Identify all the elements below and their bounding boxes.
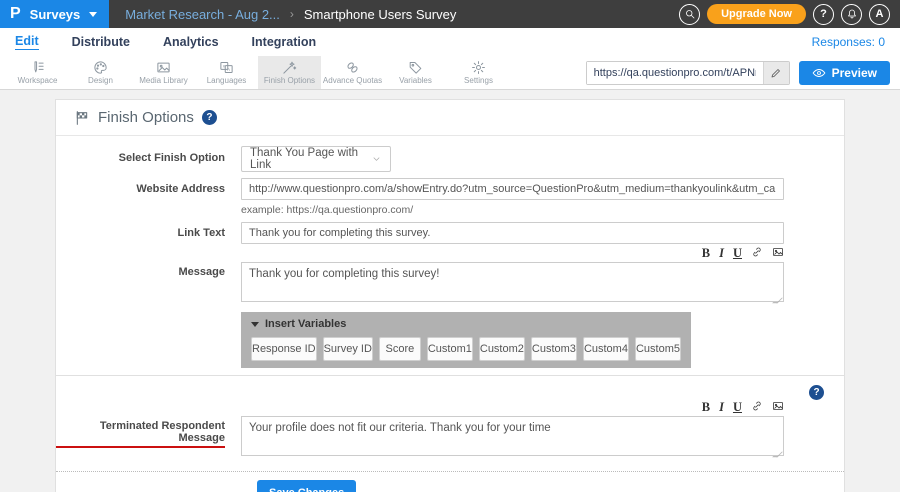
link-icon (751, 246, 763, 258)
translate-icon: xA (219, 60, 234, 75)
topbar-actions: Upgrade Now ? A (679, 0, 900, 28)
variable-custom4-button[interactable]: Custom4 (583, 337, 629, 361)
tab-integration[interactable]: Integration (252, 35, 317, 50)
tab-analytics[interactable]: Analytics (163, 35, 219, 50)
preview-button[interactable]: Preview (799, 61, 890, 85)
underline-button[interactable]: U (733, 247, 742, 260)
chevron-down-icon (89, 12, 97, 17)
tag-icon (408, 60, 423, 75)
help-button[interactable]: ? (813, 4, 834, 25)
underline-button[interactable]: U (733, 401, 742, 414)
variable-response-id-button[interactable]: Response ID (251, 337, 317, 361)
variable-survey-id-button[interactable]: Survey ID (323, 337, 373, 361)
bold-button[interactable]: B (702, 401, 710, 414)
bell-icon (846, 8, 858, 20)
search-button[interactable] (679, 4, 700, 25)
image-icon (156, 60, 171, 75)
breadcrumb-separator-icon: › (290, 7, 294, 21)
select-finish-option-label: Select Finish Option (56, 146, 241, 172)
link-text-label: Link Text (56, 222, 241, 244)
toolbar-item-variables[interactable]: Variables (384, 56, 447, 89)
insert-variables-panel: Insert Variables Response ID Survey ID S… (241, 312, 691, 368)
bold-button[interactable]: B (702, 247, 710, 260)
variable-custom3-button[interactable]: Custom3 (531, 337, 577, 361)
website-address-example: example: https://qa.questionpro.com/ (241, 204, 784, 218)
message-editor-toolbar: B I U (241, 246, 784, 261)
product-name: Surveys (30, 7, 81, 22)
page-title: Finish Options (98, 109, 194, 126)
breadcrumb-survey-title: Smartphone Users Survey (304, 7, 456, 22)
variable-custom2-button[interactable]: Custom2 (479, 337, 525, 361)
svg-text:A: A (227, 67, 230, 72)
image-icon (772, 400, 784, 412)
finish-option-selected-value: Thank You Page with Link (250, 147, 371, 171)
top-bar: P Surveys Market Research - Aug 2... › S… (0, 0, 900, 28)
palette-icon (93, 60, 108, 75)
insert-variables-title: Insert Variables (265, 318, 346, 330)
terminated-editor-toolbar: B I U (241, 400, 784, 415)
terminated-respondent-message-label: Terminated Respondent Message (56, 420, 225, 448)
pen-list-icon (30, 60, 45, 75)
message-textarea[interactable]: Thank you for completing this survey! (241, 262, 784, 302)
main-nav: Edit Distribute Analytics Integration Re… (0, 28, 900, 56)
edit-toolbar: Workspace Design Media Library xA Langua… (0, 56, 900, 90)
finish-options-help-icon[interactable]: ? (202, 110, 217, 125)
gear-icon (471, 60, 486, 75)
link-icon (751, 400, 763, 412)
variable-custom1-button[interactable]: Custom1 (427, 337, 473, 361)
variable-score-button[interactable]: Score (379, 337, 421, 361)
save-changes-button[interactable]: Save Changes (257, 480, 356, 492)
terminated-message-textarea[interactable]: Your profile does not fit our criteria. … (241, 416, 784, 456)
breadcrumb-folder[interactable]: Market Research - Aug 2... (125, 7, 280, 22)
insert-link-button[interactable] (751, 246, 763, 261)
tab-edit[interactable]: Edit (15, 34, 39, 50)
message-label: Message (56, 246, 241, 368)
avatar[interactable]: A (869, 4, 890, 25)
pencil-icon (770, 67, 782, 79)
chevron-down-icon (371, 153, 382, 165)
insert-variables-toggle[interactable]: Insert Variables (251, 318, 681, 330)
terminated-section-help-icon[interactable]: ? (809, 385, 824, 400)
survey-url-input[interactable] (587, 62, 763, 84)
toolbar-item-settings[interactable]: Settings (447, 56, 510, 89)
toolbar-item-finish-options[interactable]: Finish Options (258, 56, 321, 89)
tab-distribute[interactable]: Distribute (72, 35, 130, 50)
caret-down-icon (251, 322, 259, 327)
brand-surveys-menu[interactable]: P Surveys (0, 0, 109, 28)
italic-button[interactable]: I (719, 247, 724, 260)
chain-links-icon (345, 60, 360, 75)
insert-variables-buttons: Response ID Survey ID Score Custom1 Cust… (251, 337, 681, 361)
breadcrumb: Market Research - Aug 2... › Smartphone … (125, 0, 456, 28)
notifications-button[interactable] (841, 4, 862, 25)
toolbar-item-advance-quotas[interactable]: Advance Quotas (321, 56, 384, 89)
questionpro-logo: P (10, 6, 21, 22)
toolbar-item-languages[interactable]: xA Languages (195, 56, 258, 89)
finish-option-select[interactable]: Thank You Page with Link (241, 146, 391, 172)
italic-button[interactable]: I (719, 401, 724, 414)
magic-wand-icon (282, 60, 297, 75)
upgrade-now-button[interactable]: Upgrade Now (707, 4, 806, 24)
variable-custom5-button[interactable]: Custom5 (635, 337, 681, 361)
finish-options-form: Select Finish Option Thank You Page with… (56, 136, 844, 492)
finish-options-panel: Finish Options ? Select Finish Option Th… (55, 99, 845, 492)
search-icon (684, 8, 696, 20)
toolbar-item-workspace[interactable]: Workspace (6, 56, 69, 89)
link-text-input[interactable] (241, 222, 784, 244)
website-address-label: Website Address (56, 178, 241, 218)
survey-url-box (586, 61, 790, 85)
image-icon (772, 246, 784, 258)
panel-header: Finish Options ? (56, 100, 844, 136)
insert-link-button[interactable] (751, 400, 763, 415)
edit-url-button[interactable] (763, 62, 789, 84)
toolbar-item-design[interactable]: Design (69, 56, 132, 89)
toolbar-item-media-library[interactable]: Media Library (132, 56, 195, 89)
checkered-flag-icon (74, 110, 90, 126)
responses-count[interactable]: Responses: 0 (812, 35, 885, 49)
insert-image-button[interactable] (772, 400, 784, 415)
eye-icon (812, 66, 826, 80)
insert-image-button[interactable] (772, 246, 784, 261)
website-address-input[interactable] (241, 178, 784, 200)
toolbar-right: Preview (586, 56, 890, 89)
